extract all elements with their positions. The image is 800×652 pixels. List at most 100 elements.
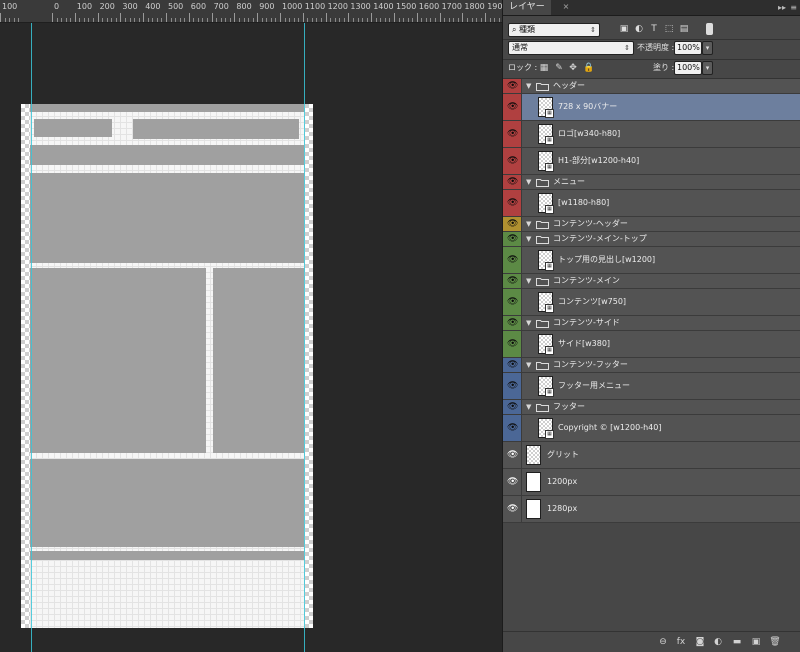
- eye-icon[interactable]: 👁: [507, 381, 518, 391]
- layer-group-row[interactable]: 👁 ▼ コンテンツ-フッター: [503, 358, 800, 373]
- shape-filter-icon[interactable]: ⬚: [664, 24, 674, 34]
- expand-triangle-icon[interactable]: ▼: [526, 219, 531, 229]
- eye-icon[interactable]: 👁: [507, 255, 518, 265]
- tab-layers[interactable]: レイヤー: [503, 0, 551, 15]
- visibility-toggle[interactable]: 👁: [503, 232, 522, 246]
- layer-thumbnail[interactable]: ▦: [538, 250, 554, 271]
- eye-icon[interactable]: 👁: [507, 450, 518, 460]
- lock-transparency-icon[interactable]: ▦: [539, 62, 549, 74]
- layer-thumbnail[interactable]: ▦: [538, 376, 554, 397]
- visibility-toggle[interactable]: 👁: [503, 358, 522, 372]
- expand-triangle-icon[interactable]: ▼: [526, 360, 531, 370]
- eye-icon[interactable]: 👁: [507, 318, 518, 328]
- delete-layer-icon[interactable]: 🗑: [769, 636, 781, 648]
- visibility-toggle[interactable]: 👁: [503, 316, 522, 330]
- expand-triangle-icon[interactable]: ▼: [526, 318, 531, 328]
- layer-row[interactable]: 👁 ▦ ロゴ[w340-h80]: [503, 121, 800, 148]
- eye-icon[interactable]: 👁: [507, 177, 518, 187]
- eye-icon[interactable]: 👁: [507, 360, 518, 370]
- eye-icon[interactable]: 👁: [507, 339, 518, 349]
- add-mask-icon[interactable]: ◙: [694, 636, 706, 648]
- layer-group-row[interactable]: 👁 ▼ メニュー: [503, 175, 800, 190]
- close-icon[interactable]: ×: [561, 1, 571, 13]
- expand-triangle-icon[interactable]: ▼: [526, 81, 531, 91]
- horizontal-ruler[interactable]: 100 0 100 200 300 400 500 600 700 800 900 1000 1100 1…: [0, 0, 502, 23]
- visibility-toggle[interactable]: 👁: [503, 247, 522, 273]
- visibility-toggle[interactable]: 👁: [503, 400, 522, 414]
- visibility-toggle[interactable]: 👁: [503, 373, 522, 399]
- visibility-toggle[interactable]: 👁: [503, 289, 522, 315]
- eye-icon[interactable]: 👁: [507, 402, 518, 412]
- layer-row[interactable]: 👁 1200px: [503, 469, 800, 496]
- expand-triangle-icon[interactable]: ▼: [526, 177, 531, 187]
- lock-position-icon[interactable]: ✥: [568, 62, 578, 74]
- visibility-toggle[interactable]: 👁: [503, 190, 522, 216]
- document-canvas[interactable]: [0, 23, 502, 652]
- layer-row[interactable]: 👁 ▦ Copyright © [w1200-h40]: [503, 415, 800, 442]
- layer-row[interactable]: 👁 ▦ H1-部分[w1200-h40]: [503, 148, 800, 175]
- filter-toggle-switch[interactable]: [706, 23, 713, 35]
- layer-thumbnail[interactable]: [526, 499, 541, 519]
- visibility-toggle[interactable]: 👁: [503, 496, 522, 522]
- visibility-toggle[interactable]: 👁: [503, 121, 522, 147]
- layer-group-row[interactable]: 👁 ▼ コンテンツ-メイン: [503, 274, 800, 289]
- eye-icon[interactable]: 👁: [507, 129, 518, 139]
- link-layers-icon[interactable]: ⊖: [657, 636, 669, 648]
- opacity-field[interactable]: 100%: [674, 41, 702, 55]
- expand-triangle-icon[interactable]: ▼: [526, 234, 531, 244]
- lock-image-icon[interactable]: ✎: [554, 62, 564, 74]
- adjustment-layer-icon[interactable]: ◐: [712, 636, 724, 648]
- visibility-toggle[interactable]: 👁: [503, 148, 522, 174]
- expand-triangle-icon[interactable]: ▼: [526, 276, 531, 286]
- guide-line-left[interactable]: [31, 23, 32, 652]
- eye-icon[interactable]: 👁: [507, 198, 518, 208]
- eye-icon[interactable]: 👁: [507, 81, 518, 91]
- layer-thumbnail[interactable]: ▦: [538, 292, 554, 313]
- smart-object-filter-icon[interactable]: ▤: [679, 24, 689, 34]
- lock-all-icon[interactable]: 🔒: [583, 62, 594, 74]
- layer-thumbnail[interactable]: ▦: [538, 418, 554, 439]
- layer-group-row[interactable]: 👁 ▼ コンテンツ-サイド: [503, 316, 800, 331]
- new-group-icon[interactable]: ▬: [731, 636, 743, 648]
- type-filter-icon[interactable]: T: [649, 24, 659, 34]
- layer-row[interactable]: 👁 1280px: [503, 496, 800, 523]
- eye-icon[interactable]: 👁: [507, 423, 518, 433]
- layer-thumbnail[interactable]: ▦: [538, 97, 554, 118]
- visibility-toggle[interactable]: 👁: [503, 469, 522, 495]
- layer-thumbnail[interactable]: [526, 472, 541, 492]
- eye-icon[interactable]: 👁: [507, 219, 518, 229]
- eye-icon[interactable]: 👁: [507, 234, 518, 244]
- layer-group-row[interactable]: 👁 ▼ フッター: [503, 400, 800, 415]
- visibility-toggle[interactable]: 👁: [503, 331, 522, 357]
- eye-icon[interactable]: 👁: [507, 477, 518, 487]
- layer-thumbnail[interactable]: ▦: [538, 151, 554, 172]
- eye-icon[interactable]: 👁: [507, 276, 518, 286]
- visibility-toggle[interactable]: 👁: [503, 175, 522, 189]
- layer-row[interactable]: 👁 ▦ トップ用の見出し[w1200]: [503, 247, 800, 274]
- layer-group-row[interactable]: 👁 ▼ コンテンツ-メイン-トップ: [503, 232, 800, 247]
- visibility-toggle[interactable]: 👁: [503, 79, 522, 93]
- layer-thumbnail[interactable]: ▦: [538, 124, 554, 145]
- blend-mode-select[interactable]: 通常 ⇕: [508, 41, 634, 55]
- layer-group-row[interactable]: 👁 ▼ ヘッダー: [503, 79, 800, 94]
- guide-line-right[interactable]: [304, 23, 305, 652]
- new-layer-icon[interactable]: ▣: [750, 636, 762, 648]
- visibility-toggle[interactable]: 👁: [503, 274, 522, 288]
- eye-icon[interactable]: 👁: [507, 102, 518, 112]
- layer-row[interactable]: 👁 ▦ コンテンツ[w750]: [503, 289, 800, 316]
- adjustment-filter-icon[interactable]: ◐: [634, 24, 644, 34]
- visibility-toggle[interactable]: 👁: [503, 442, 522, 468]
- fill-dropdown-icon[interactable]: ▾: [702, 61, 713, 75]
- layer-row[interactable]: 👁 ▦ サイド[w380]: [503, 331, 800, 358]
- layer-row[interactable]: 👁 グリット: [503, 442, 800, 469]
- collapse-panel-icon[interactable]: ▸▸: [778, 0, 786, 15]
- layer-row[interactable]: 👁 ▦ [w1180-h80]: [503, 190, 800, 217]
- layer-thumbnail[interactable]: [526, 445, 541, 465]
- visibility-toggle[interactable]: 👁: [503, 415, 522, 441]
- layer-row[interactable]: 👁 ▦ 728 x 90バナー: [503, 94, 800, 121]
- eye-icon[interactable]: 👁: [507, 156, 518, 166]
- layer-row[interactable]: 👁 ▦ フッター用メニュー: [503, 373, 800, 400]
- filter-kind-select[interactable]: ⌕ 種類 ⇕: [508, 23, 600, 37]
- opacity-dropdown-icon[interactable]: ▾: [702, 41, 713, 55]
- fx-icon[interactable]: fx: [675, 636, 687, 648]
